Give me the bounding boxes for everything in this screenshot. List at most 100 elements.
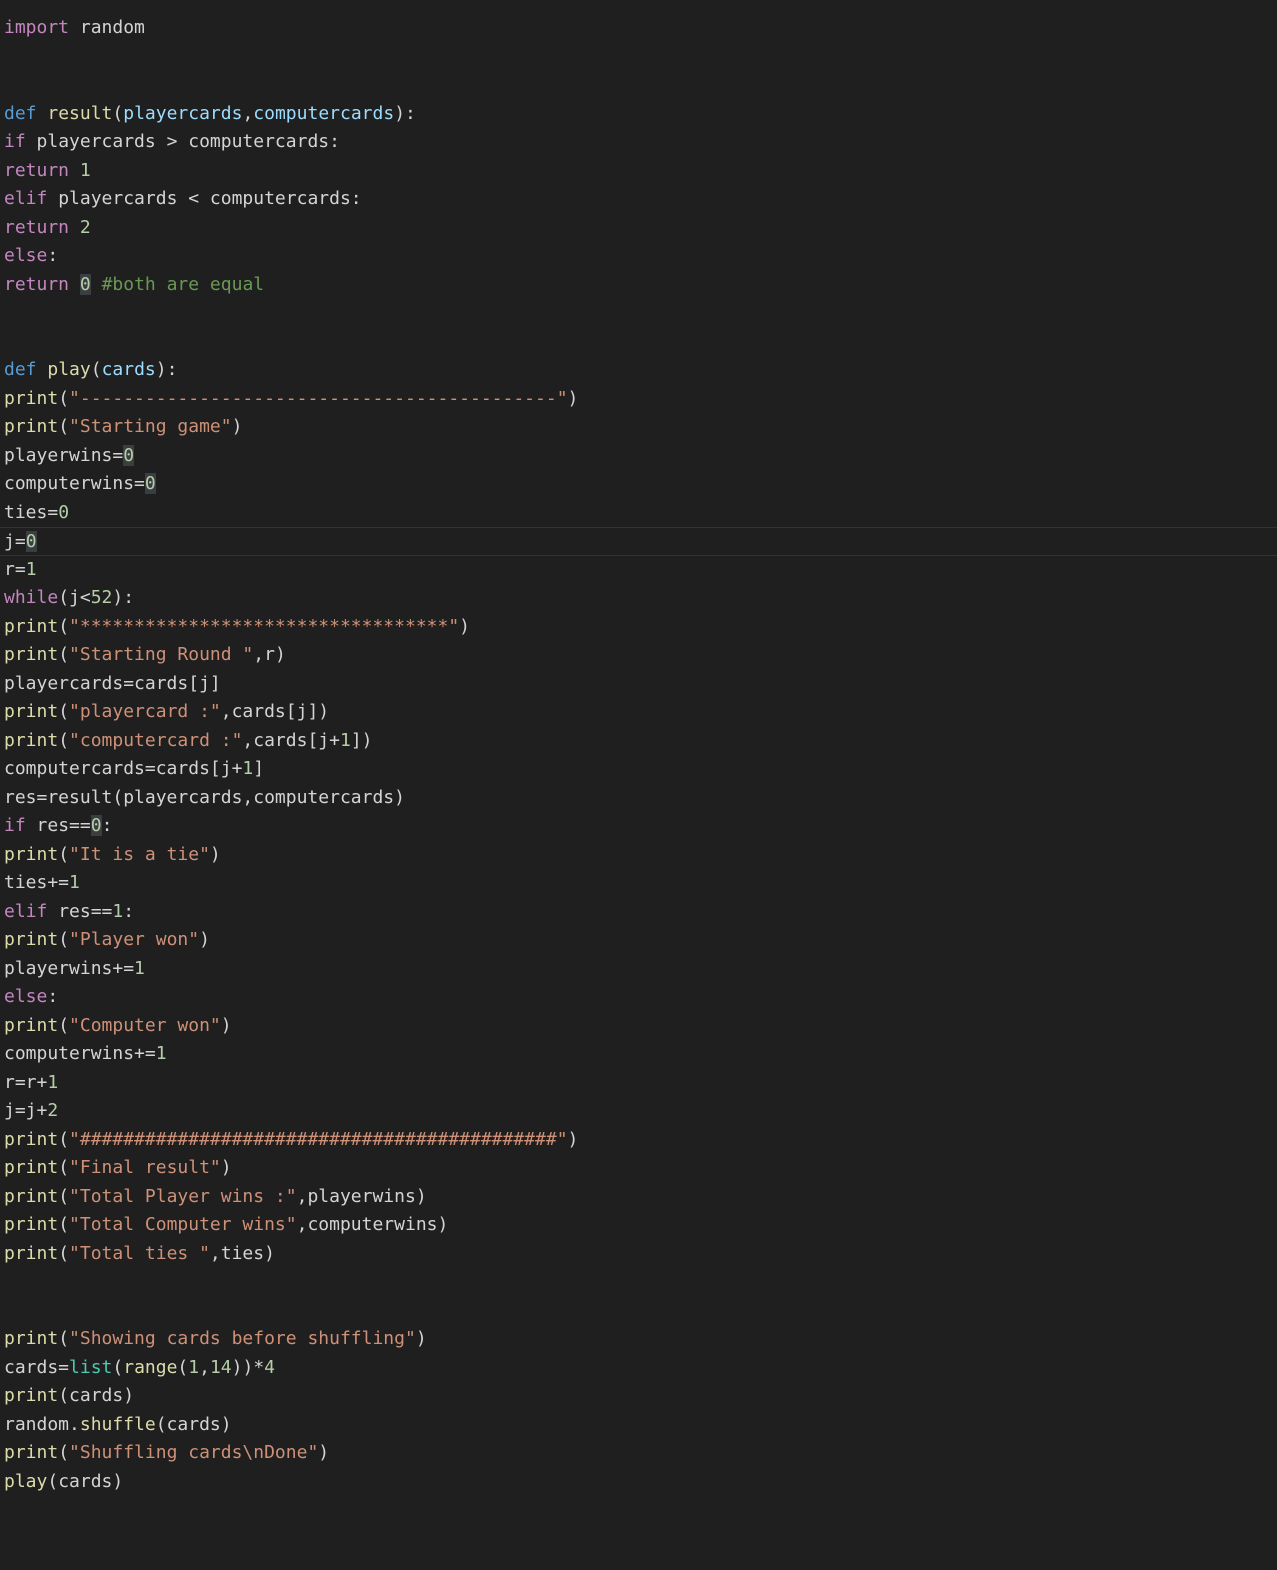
code-line[interactable]: return 2 <box>0 214 1277 243</box>
code-token: def <box>4 359 37 380</box>
code-token: ,ties) <box>209 1242 275 1264</box>
code-token: "Shuffling cards\nDone" <box>69 1442 319 1463</box>
code-token: ) <box>220 1157 232 1178</box>
code-token: "Final result" <box>69 1157 221 1178</box>
code-line[interactable]: print("It is a tie") <box>0 841 1277 870</box>
code-line[interactable]: print("Computer won") <box>0 1012 1277 1041</box>
code-token: ,playerwins) <box>296 1185 427 1207</box>
code-line[interactable]: print("#################################… <box>0 1126 1277 1155</box>
code-token: ( <box>58 701 70 722</box>
code-line[interactable]: print(cards) <box>0 1382 1277 1411</box>
code-token: print <box>4 644 59 665</box>
code-line[interactable]: return 1 <box>0 157 1277 186</box>
code-line[interactable] <box>0 71 1277 100</box>
code-token: "Player won" <box>69 929 200 950</box>
code-token: ( <box>58 1442 70 1463</box>
code-line[interactable]: r=1 <box>0 556 1277 585</box>
code-token: "playercard :" <box>69 701 221 722</box>
code-line[interactable]: r=r+1 <box>0 1069 1277 1098</box>
code-token: 0 <box>25 531 37 552</box>
code-token: return <box>4 159 70 181</box>
code-line[interactable]: res=result(playercards,computercards) <box>0 784 1277 813</box>
code-line[interactable]: else: <box>0 983 1277 1012</box>
code-line[interactable]: cards=list(range(1,14))*4 <box>0 1354 1277 1383</box>
code-token: "It is a tie" <box>69 843 210 865</box>
code-line[interactable]: def play(cards): <box>0 356 1277 385</box>
code-line[interactable]: print("Final result") <box>0 1154 1277 1183</box>
code-token: print <box>4 729 59 751</box>
code-token: ( <box>58 387 70 409</box>
code-token: #both are equal <box>101 273 265 295</box>
code-line[interactable]: j=j+2 <box>0 1097 1277 1126</box>
code-line[interactable] <box>0 299 1277 328</box>
code-token: print <box>4 1128 59 1150</box>
code-token: 0 <box>123 444 135 466</box>
code-line[interactable]: play(cards) <box>0 1468 1277 1497</box>
code-token: playercards=cards[j] <box>4 672 221 694</box>
code-line[interactable]: print("Total Player wins :",playerwins) <box>0 1183 1277 1212</box>
code-line[interactable] <box>0 1297 1277 1326</box>
code-token: print <box>4 1214 59 1235</box>
code-token: 1 <box>242 758 254 779</box>
code-token: else <box>4 986 48 1007</box>
code-token: res== <box>47 900 113 922</box>
code-line[interactable]: print("playercard :",cards[j]) <box>0 698 1277 727</box>
code-line[interactable]: computerwins+=1 <box>0 1040 1277 1069</box>
code-line[interactable]: elif res==1: <box>0 898 1277 927</box>
code-line[interactable]: print("Shuffling cards\nDone") <box>0 1439 1277 1468</box>
code-line[interactable]: playerwins=0 <box>0 442 1277 471</box>
code-token: print <box>4 615 59 637</box>
code-line[interactable]: ties+=1 <box>0 869 1277 898</box>
code-line[interactable]: print("Starting game") <box>0 413 1277 442</box>
code-line[interactable] <box>0 1268 1277 1297</box>
code-token: ( <box>58 644 70 665</box>
code-line[interactable]: return 0 #both are equal <box>0 271 1277 300</box>
code-line[interactable]: print("Starting Round ",r) <box>0 641 1277 670</box>
code-line[interactable]: computercards=cards[j+1] <box>0 755 1277 784</box>
code-token: ( <box>112 1356 124 1378</box>
code-token: ( <box>90 359 102 380</box>
code-line[interactable]: elif playercards < computercards: <box>0 185 1277 214</box>
code-line[interactable]: print("---------------------------------… <box>0 385 1277 414</box>
code-line[interactable]: print("*********************************… <box>0 613 1277 642</box>
code-line[interactable]: if res==0: <box>0 812 1277 841</box>
code-line[interactable]: random.shuffle(cards) <box>0 1411 1277 1440</box>
code-token: ( <box>58 843 70 865</box>
code-token: print <box>4 843 59 865</box>
code-token: : <box>123 900 135 922</box>
code-token: ( <box>58 729 70 751</box>
code-token: 1 <box>47 1071 59 1093</box>
code-token: print <box>4 1157 59 1178</box>
code-token: ,cards[j+ <box>242 729 340 751</box>
code-line[interactable]: j=0 <box>0 527 1277 556</box>
code-token: random <box>69 17 145 38</box>
code-line[interactable]: print("Total ties ",ties) <box>0 1240 1277 1269</box>
code-line[interactable] <box>0 328 1277 357</box>
code-token: print <box>4 1442 59 1463</box>
code-line[interactable] <box>0 43 1277 72</box>
code-line[interactable]: print("Player won") <box>0 926 1277 955</box>
code-token: res== <box>25 815 91 836</box>
code-line[interactable]: ties=0 <box>0 499 1277 528</box>
code-token: ] <box>253 758 265 779</box>
code-line[interactable]: print("Total Computer wins",computerwins… <box>0 1211 1277 1240</box>
code-line[interactable]: print("computercard :",cards[j+1]) <box>0 727 1277 756</box>
code-token: ( <box>58 1157 70 1178</box>
code-line[interactable]: print("Showing cards before shuffling") <box>0 1325 1277 1354</box>
code-line[interactable]: playerwins+=1 <box>0 955 1277 984</box>
code-token: ): <box>112 587 135 608</box>
code-token: ( <box>58 1328 70 1349</box>
code-line[interactable]: playercards=cards[j] <box>0 670 1277 699</box>
code-line[interactable]: else: <box>0 242 1277 271</box>
code-token: (j< <box>58 587 91 608</box>
code-token: 52 <box>90 587 113 608</box>
code-token: return <box>4 273 70 295</box>
code-line[interactable]: def result(playercards,computercards): <box>0 100 1277 129</box>
code-editor[interactable]: import random def result(playercards,comp… <box>0 14 1277 1496</box>
code-line[interactable]: while(j<52): <box>0 584 1277 613</box>
code-line[interactable]: if playercards > computercards: <box>0 128 1277 157</box>
code-line[interactable]: import random <box>0 14 1277 43</box>
code-line[interactable]: computerwins=0 <box>0 470 1277 499</box>
code-token: ) <box>199 929 210 950</box>
